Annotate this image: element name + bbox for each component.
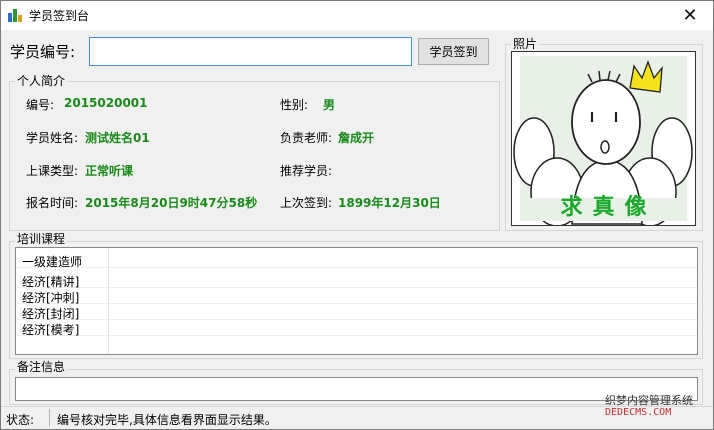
close-icon: ✕ bbox=[682, 5, 698, 26]
list-item[interactable]: 经济[封闭] bbox=[16, 304, 697, 321]
window-title: 学员签到台 bbox=[29, 9, 90, 23]
status-label: 状态: bbox=[6, 413, 35, 427]
course-name: 一级建造师 bbox=[22, 255, 83, 269]
watermark: 织梦内容管理系统 DEDECMS.COM bbox=[605, 395, 693, 419]
student-photo: 求真像 bbox=[511, 51, 696, 227]
id-value: 2015020001 bbox=[64, 96, 148, 110]
student-id-label: 学员编号: bbox=[10, 43, 76, 61]
list-item[interactable]: 一级建造师 bbox=[16, 252, 697, 269]
title-bar: 学员签到台 ✕ bbox=[1, 1, 713, 30]
teacher-value: 詹成开 bbox=[338, 131, 375, 145]
gender-value: 男 bbox=[323, 98, 336, 112]
list-item[interactable]: 经济[模考] bbox=[16, 320, 697, 337]
enroll-time-value: 2015年8月20日9时47分58秒 bbox=[85, 196, 258, 210]
app-icon bbox=[8, 9, 22, 22]
remarks-field[interactable] bbox=[15, 377, 698, 401]
remarks-group-legend: 备注信息 bbox=[15, 360, 68, 374]
enroll-time-label: 报名时间: bbox=[26, 196, 79, 210]
name-value: 测试姓名01 bbox=[85, 131, 150, 145]
teacher-label: 负责老师: bbox=[280, 131, 333, 145]
gender-label: 性别: bbox=[280, 98, 309, 112]
profile-group-legend: 个人简介 bbox=[15, 74, 68, 88]
signin-button[interactable]: 学员签到 bbox=[418, 38, 489, 65]
course-list[interactable]: 一级建造师 经济[精讲] 经济[冲刺] 经济[封闭] 经济[模考] bbox=[15, 247, 698, 355]
photo-group-legend: 照片 bbox=[511, 37, 540, 51]
name-label: 学员姓名: bbox=[26, 131, 79, 145]
student-id-input[interactable] bbox=[89, 37, 412, 66]
course-name: 经济[模考] bbox=[22, 323, 80, 337]
status-separator bbox=[49, 409, 50, 427]
class-type-value: 正常听课 bbox=[85, 164, 134, 178]
photo-caption: 求真像 bbox=[560, 194, 657, 220]
main-window: 学员签到台 ✕ 学员编号: 学员签到 个人简介 编号: 2015020001 性… bbox=[0, 0, 714, 430]
list-item[interactable]: 经济[精讲] bbox=[16, 272, 697, 289]
last-signin-label: 上次签到: bbox=[280, 196, 333, 210]
list-item[interactable]: 经济[冲刺] bbox=[16, 288, 697, 305]
last-signin-value: 1899年12月30日 bbox=[338, 196, 441, 210]
id-label: 编号: bbox=[26, 98, 55, 112]
watermark-line2: DEDECMS.COM bbox=[605, 407, 672, 418]
class-type-label: 上课类型: bbox=[26, 164, 79, 178]
courses-group-legend: 培训课程 bbox=[15, 232, 68, 246]
watermark-line1: 织梦内容管理系统 bbox=[605, 394, 693, 407]
status-text: 编号核对完毕,具体信息看界面显示结果。 bbox=[57, 413, 277, 427]
close-button[interactable]: ✕ bbox=[667, 1, 713, 30]
referrer-label: 推荐学员: bbox=[280, 164, 333, 178]
